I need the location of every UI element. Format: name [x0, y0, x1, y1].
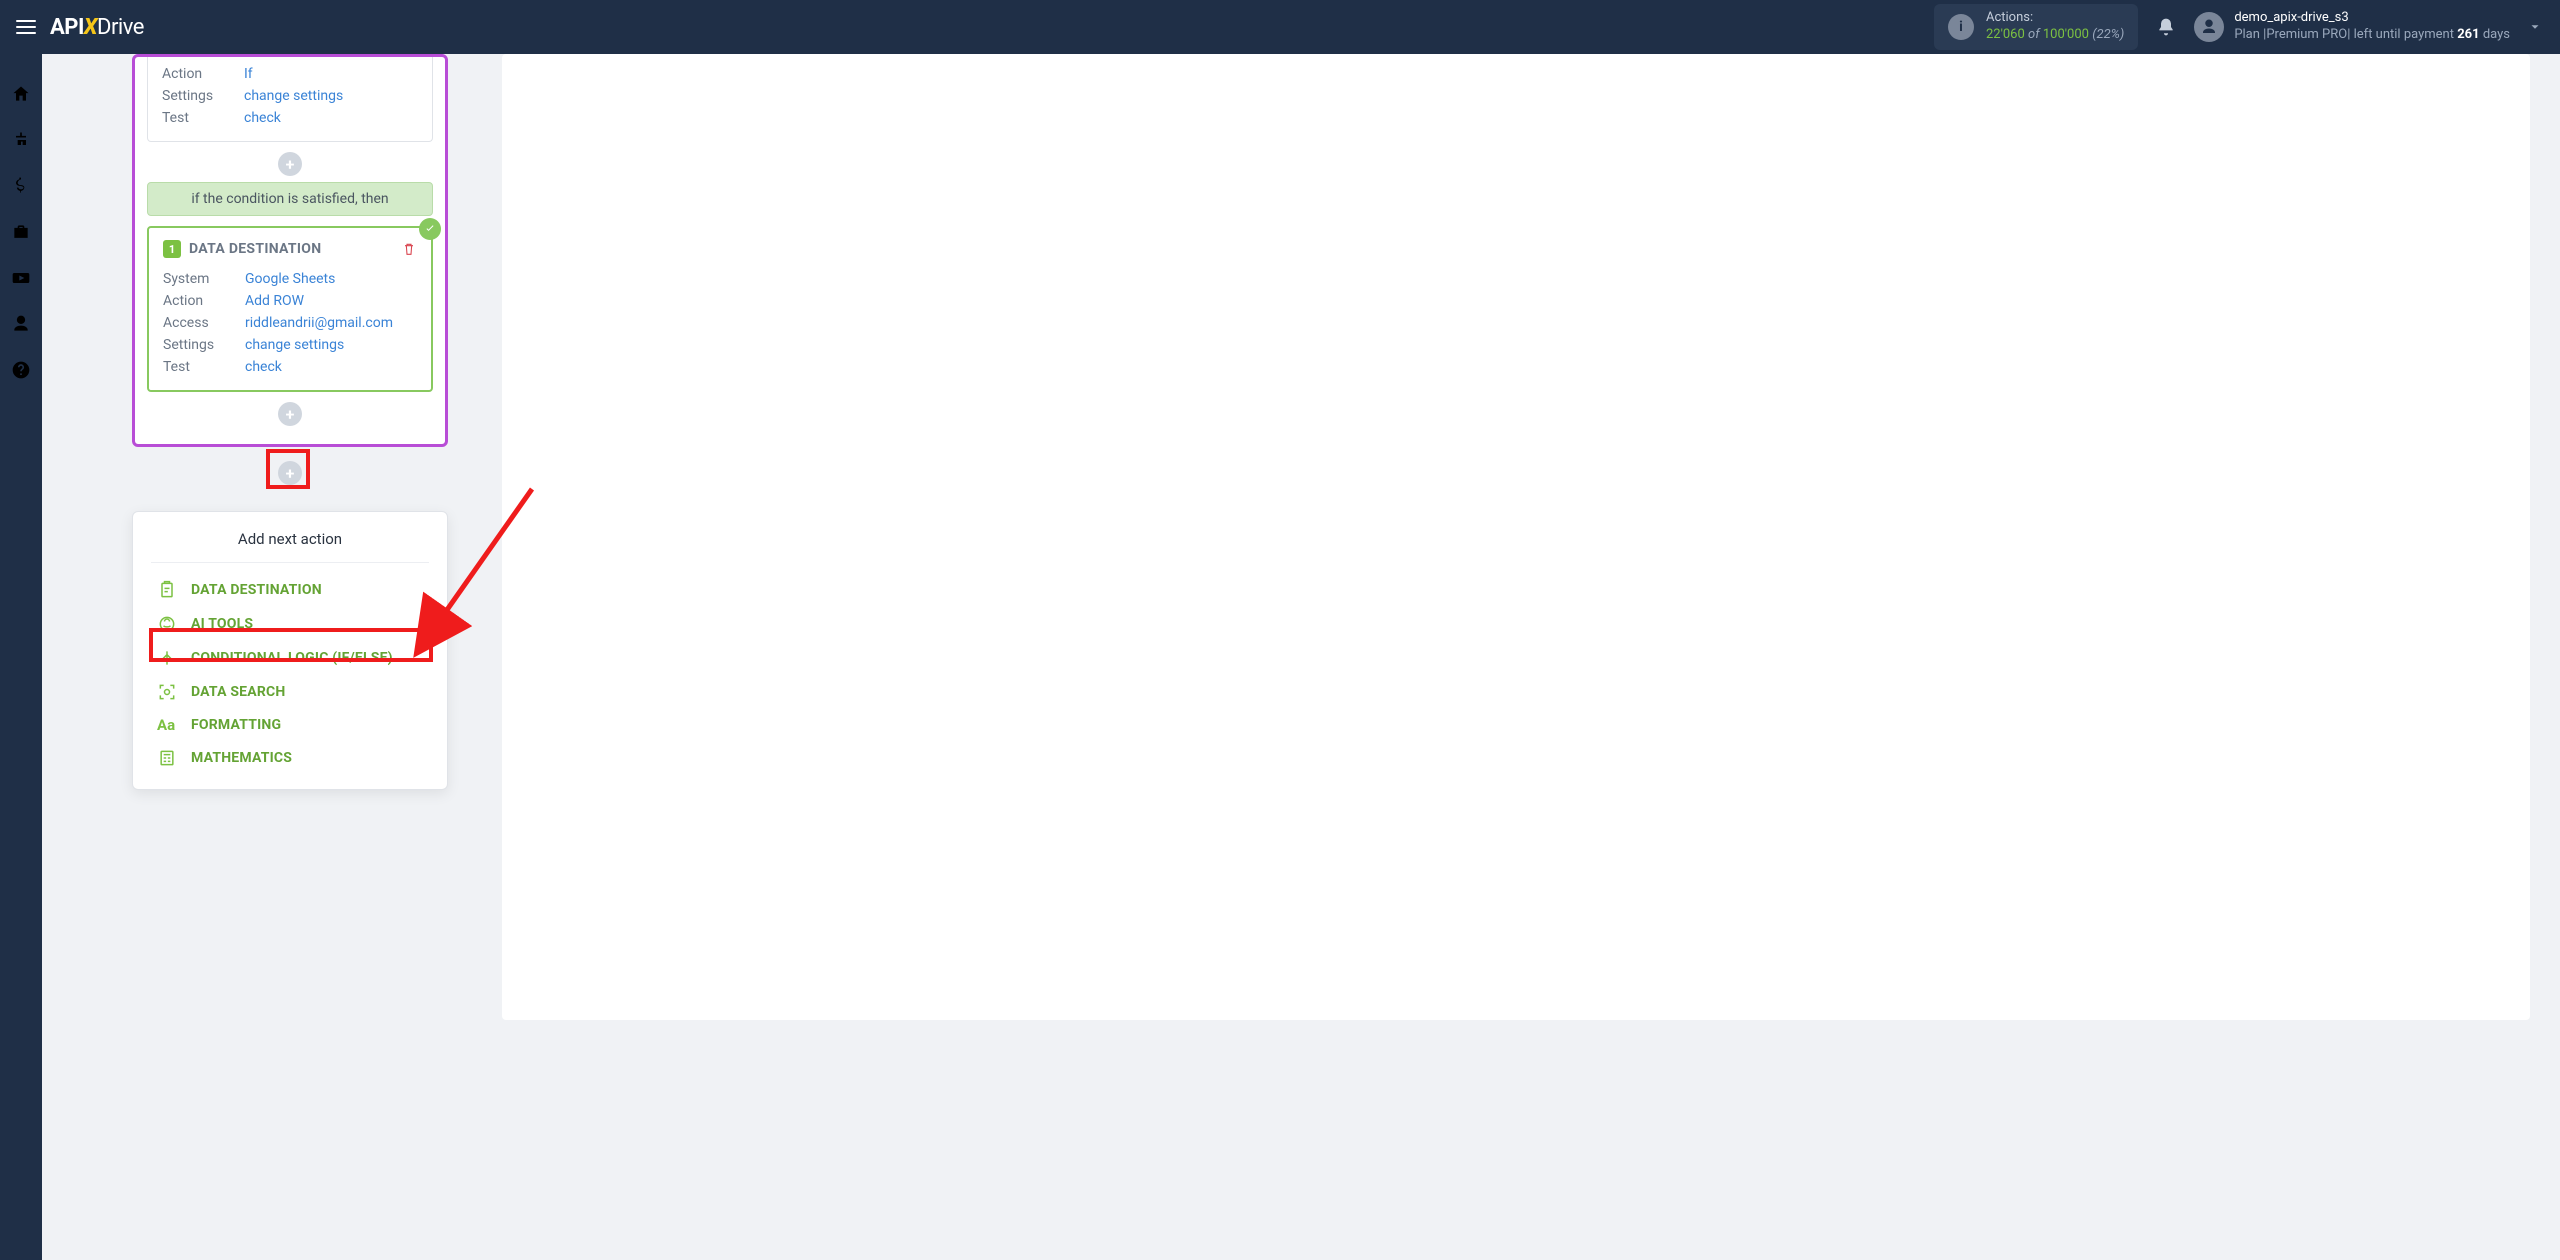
add-action-button[interactable]: + — [278, 461, 302, 485]
actions-max: 100'000 — [2043, 27, 2089, 42]
row-key: Access — [163, 315, 245, 331]
popover-item[interactable]: DATA SEARCH — [133, 675, 447, 709]
actions-current: 22'060 — [1986, 27, 2025, 42]
row-key: System — [163, 271, 245, 287]
row-value[interactable]: Google Sheets — [245, 271, 335, 287]
logo-x: X — [84, 15, 97, 40]
popover-item-label: MATHEMATICS — [191, 750, 292, 766]
add-action-outer: + — [132, 455, 448, 491]
home-icon[interactable] — [11, 84, 31, 104]
popover-item-label: DATA SEARCH — [191, 684, 285, 700]
top-header: APIXDrive i Actions: 22'060 of 100'000 (… — [0, 0, 2560, 54]
row-value[interactable]: If — [244, 66, 253, 82]
avatar-icon — [2194, 12, 2224, 42]
dollar-icon[interactable] — [11, 176, 31, 196]
condition-group: ActionIfSettingschange settingsTestcheck… — [132, 54, 448, 447]
card-row: Testcheck — [162, 107, 418, 129]
briefcase-icon[interactable] — [11, 222, 31, 242]
info-icon: i — [1948, 14, 1974, 40]
popover-item-label: DATA DESTINATION — [191, 582, 322, 598]
logo-api: API — [50, 15, 84, 40]
popover-items: DATA DESTINATION AI TOOLS CONDITIONAL LOGI… — [133, 573, 447, 775]
add-step-button[interactable]: + — [278, 152, 302, 176]
popover-item-label: CONDITIONAL LOGIC (IF/ELSE) — [191, 650, 393, 666]
card-row: ActionIf — [162, 63, 418, 85]
popover-item-label: AI TOOLS — [191, 616, 253, 632]
popover-item[interactable]: DATA DESTINATION — [133, 573, 447, 607]
card-row: Accessriddleandrii@gmail.com — [163, 312, 417, 334]
main-area: ActionIfSettingschange settingsTestcheck… — [0, 54, 2560, 1260]
help-icon[interactable] — [11, 360, 31, 380]
flow-column: ActionIfSettingschange settingsTestcheck… — [132, 54, 448, 447]
step-number-badge: 1 — [163, 240, 181, 258]
user-menu[interactable]: demo_apix-drive_s3 Plan |Premium PRO| le… — [2194, 10, 2510, 44]
add-action-popover: Add next action DATA DESTINATION AI TOOLS… — [132, 511, 448, 790]
popover-title: Add next action — [151, 530, 429, 563]
row-value[interactable]: change settings — [245, 337, 344, 353]
menu-toggle-icon[interactable] — [12, 13, 40, 41]
card-row: Settingschange settings — [163, 334, 417, 356]
card-row: SystemGoogle Sheets — [163, 268, 417, 290]
actions-label: Actions: — [1986, 10, 2124, 27]
left-sidebar — [0, 54, 42, 1260]
user-info: demo_apix-drive_s3 Plan |Premium PRO| le… — [2234, 10, 2510, 44]
popover-item[interactable]: CONDITIONAL LOGIC (IF/ELSE) — [133, 641, 447, 675]
row-key: Test — [163, 359, 245, 375]
row-key: Action — [163, 293, 245, 309]
youtube-icon[interactable] — [11, 268, 31, 288]
chevron-down-icon[interactable] — [2528, 20, 2542, 34]
delete-icon[interactable] — [401, 241, 417, 257]
notifications-icon[interactable] — [2156, 17, 2176, 37]
row-value[interactable]: Add ROW — [245, 293, 304, 309]
popover-item[interactable]: MATHEMATICS — [133, 741, 447, 775]
destination-card[interactable]: 1 DATA DESTINATION SystemGoogle SheetsAc… — [147, 226, 433, 392]
row-key: Settings — [162, 88, 244, 104]
row-key: Action — [162, 66, 244, 82]
row-value[interactable]: check — [244, 110, 281, 126]
destination-title: DATA DESTINATION — [189, 241, 321, 257]
check-icon — [419, 218, 441, 240]
destination-header: 1 DATA DESTINATION — [149, 228, 431, 262]
condition-banner: if the condition is satisfied, then — [147, 182, 433, 216]
condition-rows: ActionIfSettingschange settingsTestcheck — [148, 57, 432, 141]
detail-panel — [502, 54, 2530, 1020]
app-logo[interactable]: APIXDrive — [50, 15, 144, 40]
user-icon[interactable] — [11, 314, 31, 334]
header-right: i Actions: 22'060 of 100'000 (22%) demo_… — [1934, 4, 2548, 50]
card-row: Testcheck — [163, 356, 417, 378]
user-name: demo_apix-drive_s3 — [2234, 10, 2510, 27]
card-row: ActionAdd ROW — [163, 290, 417, 312]
popover-item-label: FORMATTING — [191, 717, 281, 733]
add-step-inner-button[interactable]: + — [278, 402, 302, 426]
card-row: Settingschange settings — [162, 85, 418, 107]
popover-item[interactable]: AaFORMATTING — [133, 709, 447, 741]
logo-drive: Drive — [97, 15, 144, 40]
row-key: Test — [162, 110, 244, 126]
user-plan: Plan |Premium PRO| left until payment 26… — [2234, 27, 2510, 44]
row-value[interactable]: riddleandrii@gmail.com — [245, 315, 393, 331]
condition-card[interactable]: ActionIfSettingschange settingsTestcheck — [147, 57, 433, 142]
sitemap-icon[interactable] — [11, 130, 31, 150]
row-key: Settings — [163, 337, 245, 353]
actions-text: Actions: 22'060 of 100'000 (22%) — [1986, 10, 2124, 44]
actions-percent: (22%) — [2092, 27, 2124, 42]
actions-of: of — [2028, 27, 2040, 42]
content-area: ActionIfSettingschange settingsTestcheck… — [42, 54, 2560, 1260]
actions-counter[interactable]: i Actions: 22'060 of 100'000 (22%) — [1934, 4, 2138, 50]
destination-rows: SystemGoogle SheetsActionAdd ROWAccessri… — [149, 262, 431, 390]
row-value[interactable]: check — [245, 359, 282, 375]
row-value[interactable]: change settings — [244, 88, 343, 104]
popover-item[interactable]: AI TOOLS — [133, 607, 447, 641]
